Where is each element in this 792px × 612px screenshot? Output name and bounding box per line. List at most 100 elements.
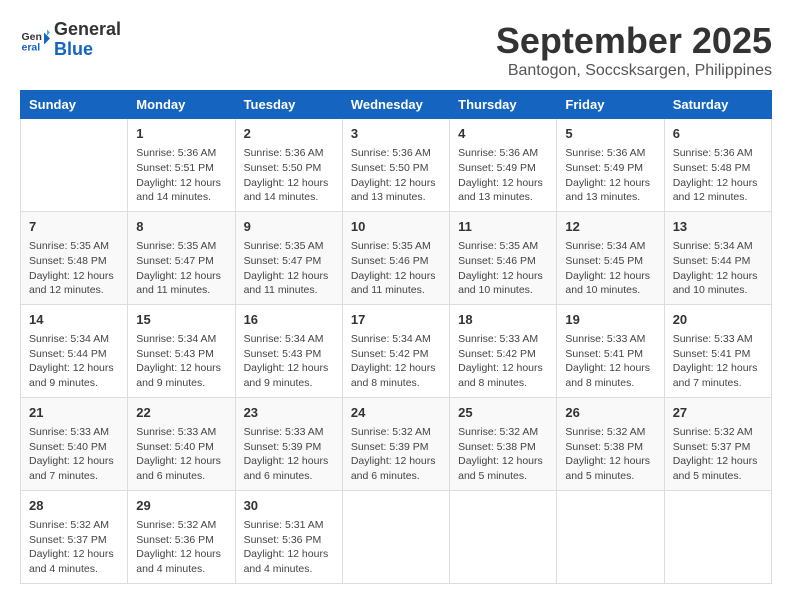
header-cell-thursday: Thursday (450, 91, 557, 119)
calendar-cell: 18Sunrise: 5:33 AM Sunset: 5:42 PM Dayli… (450, 304, 557, 397)
calendar-cell: 25 Sunrise: 5:32 AM Sunset: 5:38 PM Dayli… (450, 397, 557, 490)
day-number: 3 (351, 125, 441, 143)
day-detail: Sunrise: 5:35 AM Sunset: 5:47 PM Dayligh… (136, 239, 226, 298)
header-cell-friday: Friday (557, 91, 664, 119)
header-cell-tuesday: Tuesday (235, 91, 342, 119)
day-detail: Sunrise: 5:32 AM Sunset: 5:38 PM Dayligh… (458, 425, 548, 484)
day-detail: Sunrise: 5:32 AM Sunset: 5:36 PM Dayligh… (136, 518, 226, 577)
month-title: September 2025 (496, 20, 772, 62)
header-cell-saturday: Saturday (664, 91, 771, 119)
day-detail: Sunrise: 5:32 AM Sunset: 5:39 PM Dayligh… (351, 425, 441, 484)
day-number: 27 (673, 404, 763, 422)
calendar-cell: 13 Sunrise: 5:34 AM Sunset: 5:44 PM Dayli… (664, 211, 771, 304)
day-number: 6 (673, 125, 763, 143)
calendar-cell: 29 Sunrise: 5:32 AM Sunset: 5:36 PM Dayli… (128, 490, 235, 583)
calendar-cell: 26 Sunrise: 5:32 AM Sunset: 5:38 PM Dayli… (557, 397, 664, 490)
day-detail: Sunrise: 5:35 AM Sunset: 5:48 PM Dayligh… (29, 239, 119, 298)
calendar-body: 1 Sunrise: 5:36 AM Sunset: 5:51 PM Daylig… (21, 119, 772, 584)
calendar-cell: 1 Sunrise: 5:36 AM Sunset: 5:51 PM Daylig… (128, 119, 235, 212)
day-detail: Sunrise: 5:32 AM Sunset: 5:38 PM Dayligh… (565, 425, 655, 484)
day-number: 11 (458, 218, 548, 236)
day-number: 5 (565, 125, 655, 143)
day-number: 22 (136, 404, 226, 422)
day-detail: Sunrise: 5:32 AM Sunset: 5:37 PM Dayligh… (673, 425, 763, 484)
day-detail: Sunrise: 5:36 AM Sunset: 5:49 PM Dayligh… (458, 146, 548, 205)
calendar-header-row: SundayMondayTuesdayWednesdayThursdayFrid… (21, 91, 772, 119)
day-detail: Sunrise: 5:34 AM Sunset: 5:43 PM Dayligh… (136, 332, 226, 391)
day-number: 16 (244, 311, 334, 329)
calendar-table: SundayMondayTuesdayWednesdayThursdayFrid… (20, 90, 772, 584)
calendar-cell: 23 Sunrise: 5:33 AM Sunset: 5:39 PM Dayli… (235, 397, 342, 490)
day-detail: Sunrise: 5:35 AM Sunset: 5:46 PM Dayligh… (458, 239, 548, 298)
calendar-cell: 30 Sunrise: 5:31 AM Sunset: 5:36 PM Dayli… (235, 490, 342, 583)
day-number: 23 (244, 404, 334, 422)
day-number: 9 (244, 218, 334, 236)
calendar-week-4: 21 Sunrise: 5:33 AM Sunset: 5:40 PM Dayli… (21, 397, 772, 490)
day-number: 24 (351, 404, 441, 422)
day-number: 29 (136, 497, 226, 515)
day-detail: Sunrise: 5:35 AM Sunset: 5:46 PM Dayligh… (351, 239, 441, 298)
day-detail: Sunrise: 5:34 AM Sunset: 5:44 PM Dayligh… (673, 239, 763, 298)
calendar-cell (450, 490, 557, 583)
logo-text-line2: Blue (54, 40, 121, 60)
calendar-cell: 8 Sunrise: 5:35 AM Sunset: 5:47 PM Daylig… (128, 211, 235, 304)
day-number: 21 (29, 404, 119, 422)
calendar-cell: 17 Sunrise: 5:34 AM Sunset: 5:42 PM Dayli… (342, 304, 449, 397)
calendar-cell (557, 490, 664, 583)
calendar-cell: 14 Sunrise: 5:34 AM Sunset: 5:44 PM Dayli… (21, 304, 128, 397)
calendar-cell: 10Sunrise: 5:35 AM Sunset: 5:46 PM Dayli… (342, 211, 449, 304)
calendar-week-5: 28Sunrise: 5:32 AM Sunset: 5:37 PM Dayli… (21, 490, 772, 583)
day-number: 8 (136, 218, 226, 236)
calendar-week-3: 14 Sunrise: 5:34 AM Sunset: 5:44 PM Dayli… (21, 304, 772, 397)
day-number: 17 (351, 311, 441, 329)
calendar-cell: 11 Sunrise: 5:35 AM Sunset: 5:46 PM Dayli… (450, 211, 557, 304)
day-detail: Sunrise: 5:34 AM Sunset: 5:42 PM Dayligh… (351, 332, 441, 391)
logo-text-line1: General (54, 20, 121, 40)
day-number: 18 (458, 311, 548, 329)
day-number: 30 (244, 497, 334, 515)
header-cell-monday: Monday (128, 91, 235, 119)
calendar-cell: 19 Sunrise: 5:33 AM Sunset: 5:41 PM Dayli… (557, 304, 664, 397)
calendar-cell (342, 490, 449, 583)
day-detail: Sunrise: 5:33 AM Sunset: 5:39 PM Dayligh… (244, 425, 334, 484)
day-detail: Sunrise: 5:36 AM Sunset: 5:50 PM Dayligh… (244, 146, 334, 205)
day-detail: Sunrise: 5:31 AM Sunset: 5:36 PM Dayligh… (244, 518, 334, 577)
calendar-cell: 7 Sunrise: 5:35 AM Sunset: 5:48 PM Daylig… (21, 211, 128, 304)
calendar-cell: 20Sunrise: 5:33 AM Sunset: 5:41 PM Dayli… (664, 304, 771, 397)
calendar-week-1: 1 Sunrise: 5:36 AM Sunset: 5:51 PM Daylig… (21, 119, 772, 212)
calendar-cell: 9 Sunrise: 5:35 AM Sunset: 5:47 PM Daylig… (235, 211, 342, 304)
day-detail: Sunrise: 5:33 AM Sunset: 5:40 PM Dayligh… (29, 425, 119, 484)
calendar-cell (664, 490, 771, 583)
calendar-cell: 22Sunrise: 5:33 AM Sunset: 5:40 PM Dayli… (128, 397, 235, 490)
day-detail: Sunrise: 5:34 AM Sunset: 5:43 PM Dayligh… (244, 332, 334, 391)
day-number: 13 (673, 218, 763, 236)
day-detail: Sunrise: 5:33 AM Sunset: 5:41 PM Dayligh… (565, 332, 655, 391)
day-detail: Sunrise: 5:34 AM Sunset: 5:45 PM Dayligh… (565, 239, 655, 298)
day-number: 14 (29, 311, 119, 329)
day-detail: Sunrise: 5:33 AM Sunset: 5:41 PM Dayligh… (673, 332, 763, 391)
day-detail: Sunrise: 5:36 AM Sunset: 5:51 PM Dayligh… (136, 146, 226, 205)
day-number: 4 (458, 125, 548, 143)
calendar-cell: 27 Sunrise: 5:32 AM Sunset: 5:37 PM Dayli… (664, 397, 771, 490)
calendar-cell: 5Sunrise: 5:36 AM Sunset: 5:49 PM Daylig… (557, 119, 664, 212)
day-number: 12 (565, 218, 655, 236)
day-detail: Sunrise: 5:34 AM Sunset: 5:44 PM Dayligh… (29, 332, 119, 391)
calendar-cell: 21 Sunrise: 5:33 AM Sunset: 5:40 PM Dayli… (21, 397, 128, 490)
day-detail: Sunrise: 5:35 AM Sunset: 5:47 PM Dayligh… (244, 239, 334, 298)
day-number: 7 (29, 218, 119, 236)
day-number: 1 (136, 125, 226, 143)
calendar-cell: 12 Sunrise: 5:34 AM Sunset: 5:45 PM Dayli… (557, 211, 664, 304)
calendar-cell: 3 Sunrise: 5:36 AM Sunset: 5:50 PM Daylig… (342, 119, 449, 212)
calendar-cell: 2Sunrise: 5:36 AM Sunset: 5:50 PM Daylig… (235, 119, 342, 212)
day-detail: Sunrise: 5:36 AM Sunset: 5:48 PM Dayligh… (673, 146, 763, 205)
header-cell-wednesday: Wednesday (342, 91, 449, 119)
day-number: 28 (29, 497, 119, 515)
day-number: 26 (565, 404, 655, 422)
calendar-week-2: 7 Sunrise: 5:35 AM Sunset: 5:48 PM Daylig… (21, 211, 772, 304)
day-number: 25 (458, 404, 548, 422)
logo: Gen eral General Blue (20, 20, 121, 60)
svg-text:eral: eral (22, 41, 41, 53)
logo-icon: Gen eral (20, 25, 50, 55)
day-detail: Sunrise: 5:36 AM Sunset: 5:50 PM Dayligh… (351, 146, 441, 205)
day-number: 19 (565, 311, 655, 329)
